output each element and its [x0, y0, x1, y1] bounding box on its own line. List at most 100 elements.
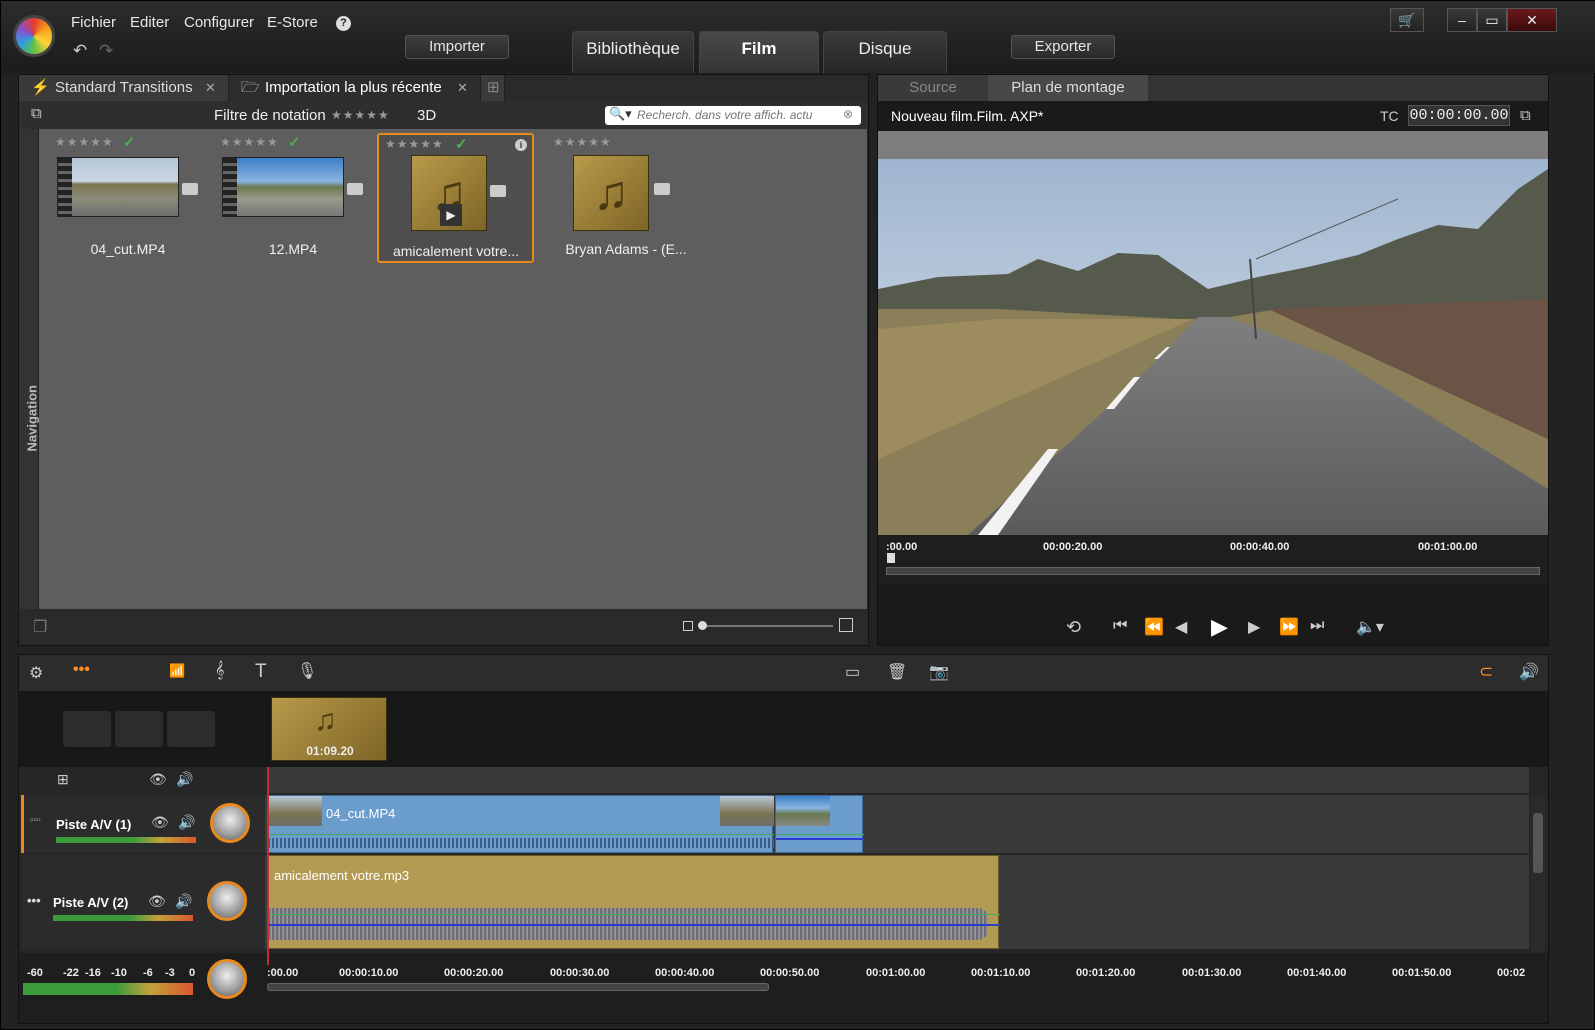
tab-standard-transitions[interactable]: ⚡ Standard Transitions ✕: [19, 75, 229, 101]
tab-film[interactable]: Film: [699, 31, 819, 73]
info-icon[interactable]: i: [515, 139, 527, 151]
add-track-icon[interactable]: ⊞: [57, 771, 69, 788]
timecode-field[interactable]: 00:00:00.00: [1408, 105, 1510, 126]
library-item[interactable]: ★★★★★ ✓ 12.MP4: [218, 133, 368, 257]
navigation-sidebar[interactable]: Navigation: [19, 129, 40, 609]
fullscreen-icon[interactable]: ⧉: [1520, 107, 1531, 124]
track-header[interactable]: ••• Piste A/V (2) 👁 🔊: [21, 855, 265, 949]
step-forward-icon[interactable]: ▶: [1248, 617, 1260, 637]
undo-icon[interactable]: ↶: [73, 41, 87, 61]
new-tab-icon[interactable]: ⊞: [481, 75, 505, 101]
speaker-icon[interactable]: 🔊: [175, 893, 192, 910]
rating-filter-stars[interactable]: ★★★★★: [331, 108, 390, 122]
timeline-playhead[interactable]: [267, 767, 269, 965]
rating-stars[interactable]: ★★★★★: [55, 135, 114, 149]
small-size-icon[interactable]: [683, 621, 693, 631]
tab-recent-import[interactable]: 🗁 Importation la plus récente ✕: [229, 75, 481, 101]
menu-configurer[interactable]: Configurer: [184, 14, 254, 31]
master-volume-knob[interactable]: [207, 959, 247, 999]
folder-icon[interactable]: [654, 183, 670, 195]
scrollbar-thumb[interactable]: [1533, 813, 1543, 873]
app-logo[interactable]: [13, 15, 55, 57]
previous-icon[interactable]: ⏪: [1144, 617, 1164, 637]
menu-fichier[interactable]: Fichier: [71, 14, 116, 31]
razor-icon[interactable]: ▭: [845, 662, 860, 682]
library-item-selected[interactable]: ★★★★★ ✓ i ♫ ▶ amicalement votre...: [377, 133, 534, 263]
voiceover-icon[interactable]: 🎙: [297, 661, 317, 681]
handle-icon[interactable]: ▫▫▫: [30, 815, 41, 826]
track-header[interactable]: ▫▫▫ Piste A/V (1) 👁 🔊: [21, 795, 265, 853]
eye-icon[interactable]: 👁: [149, 771, 167, 788]
eye-icon[interactable]: 👁: [148, 893, 166, 910]
audio-clip[interactable]: amicalement votre.mp3: [267, 855, 1000, 949]
menu-editer[interactable]: Editer: [130, 14, 169, 31]
tab-plan-de-montage[interactable]: Plan de montage: [988, 75, 1148, 101]
settings-icon[interactable]: ⚙: [29, 663, 43, 683]
rating-stars[interactable]: ★★★★★: [385, 137, 444, 151]
zoom-slider[interactable]: [699, 625, 833, 627]
speaker-icon[interactable]: 🔊: [176, 771, 193, 788]
maximize-button[interactable]: ▭: [1477, 8, 1507, 32]
folder-icon[interactable]: [182, 183, 198, 195]
timeline-top-ruler[interactable]: [267, 767, 1529, 793]
go-to-end-icon[interactable]: ⏭: [1310, 617, 1324, 635]
more-icon[interactable]: •••: [73, 661, 90, 679]
search-input[interactable]: [637, 107, 837, 123]
folder-icon[interactable]: [490, 185, 506, 197]
video-clip[interactable]: [775, 795, 864, 853]
stack-icon[interactable]: ❐: [33, 617, 47, 637]
snapshot-icon[interactable]: 📷: [929, 662, 949, 682]
audio-mixer-icon[interactable]: 📶: [169, 663, 185, 679]
export-button[interactable]: Exporter: [1011, 35, 1115, 59]
close-tab-icon[interactable]: ✕: [457, 75, 468, 101]
close-button[interactable]: ✕: [1507, 8, 1557, 32]
tab-disque[interactable]: Disque: [823, 31, 947, 73]
redo-icon[interactable]: ↷: [99, 41, 113, 61]
cart-icon[interactable]: 🛒: [1390, 8, 1424, 32]
go-to-start-icon[interactable]: ⏮: [1113, 617, 1127, 635]
import-button[interactable]: Importer: [405, 35, 509, 59]
tab-source[interactable]: Source: [878, 75, 988, 101]
large-size-icon[interactable]: [839, 618, 853, 632]
collection-icon[interactable]: ⧉: [31, 105, 42, 122]
tab-bibliotheque[interactable]: Bibliothèque: [572, 31, 694, 73]
minimize-button[interactable]: –: [1447, 8, 1477, 32]
rating-stars[interactable]: ★★★★★: [553, 135, 612, 149]
storyboard-clip[interactable]: ♫ 01:09.20: [271, 697, 387, 761]
library-item[interactable]: ★★★★★ ♫ Bryan Adams - (E...: [551, 133, 701, 257]
storyboard-slot[interactable]: [63, 711, 111, 747]
eye-icon[interactable]: 👁: [151, 814, 169, 831]
rating-stars[interactable]: ★★★★★: [220, 135, 279, 149]
video-frame[interactable]: [878, 159, 1548, 535]
folder-icon[interactable]: [347, 183, 363, 195]
play-icon[interactable]: ▶: [440, 204, 462, 226]
title-editor-icon[interactable]: T: [255, 661, 267, 683]
next-icon[interactable]: ⏩: [1279, 617, 1299, 637]
score-fitter-icon[interactable]: 𝄞: [215, 662, 224, 680]
library-item[interactable]: ★★★★★ ✓ 04_cut.MP4: [53, 133, 203, 257]
magnet-icon[interactable]: ⊂: [1479, 662, 1493, 682]
volume-icon[interactable]: 🔈▾: [1356, 617, 1384, 637]
timeline-scrollbar[interactable]: [267, 983, 769, 991]
preview-ruler[interactable]: :00.00 00:00:20.00 00:00:40.00 00:01:00.…: [878, 535, 1548, 585]
search-box[interactable]: 🔍▾ ⊗: [605, 106, 861, 125]
play-icon[interactable]: ▶: [1211, 614, 1228, 640]
video-clip[interactable]: 04_cut.MP4: [267, 795, 774, 853]
zoom-slider-handle[interactable]: [698, 621, 707, 630]
menu-estore[interactable]: E-Store: [267, 14, 318, 31]
clear-search-icon[interactable]: ⊗: [843, 107, 853, 121]
track-scrollbar[interactable]: [1531, 795, 1545, 951]
speaker-icon[interactable]: 🔊: [178, 814, 195, 831]
preview-playhead[interactable]: [887, 553, 895, 563]
preview-scrubber[interactable]: [886, 567, 1540, 575]
delete-icon[interactable]: 🗑: [887, 662, 907, 682]
help-icon[interactable]: ?: [336, 16, 351, 31]
close-tab-icon[interactable]: ✕: [205, 75, 216, 101]
loop-icon[interactable]: ⟲: [1066, 617, 1081, 638]
storyboard-slot[interactable]: [167, 711, 215, 747]
audio-scrub-icon[interactable]: 🔊: [1519, 662, 1539, 682]
storyboard-slot[interactable]: [115, 711, 163, 747]
step-back-icon[interactable]: ◀: [1175, 617, 1187, 637]
handle-icon[interactable]: •••: [27, 893, 41, 908]
volume-knob[interactable]: [210, 803, 250, 843]
